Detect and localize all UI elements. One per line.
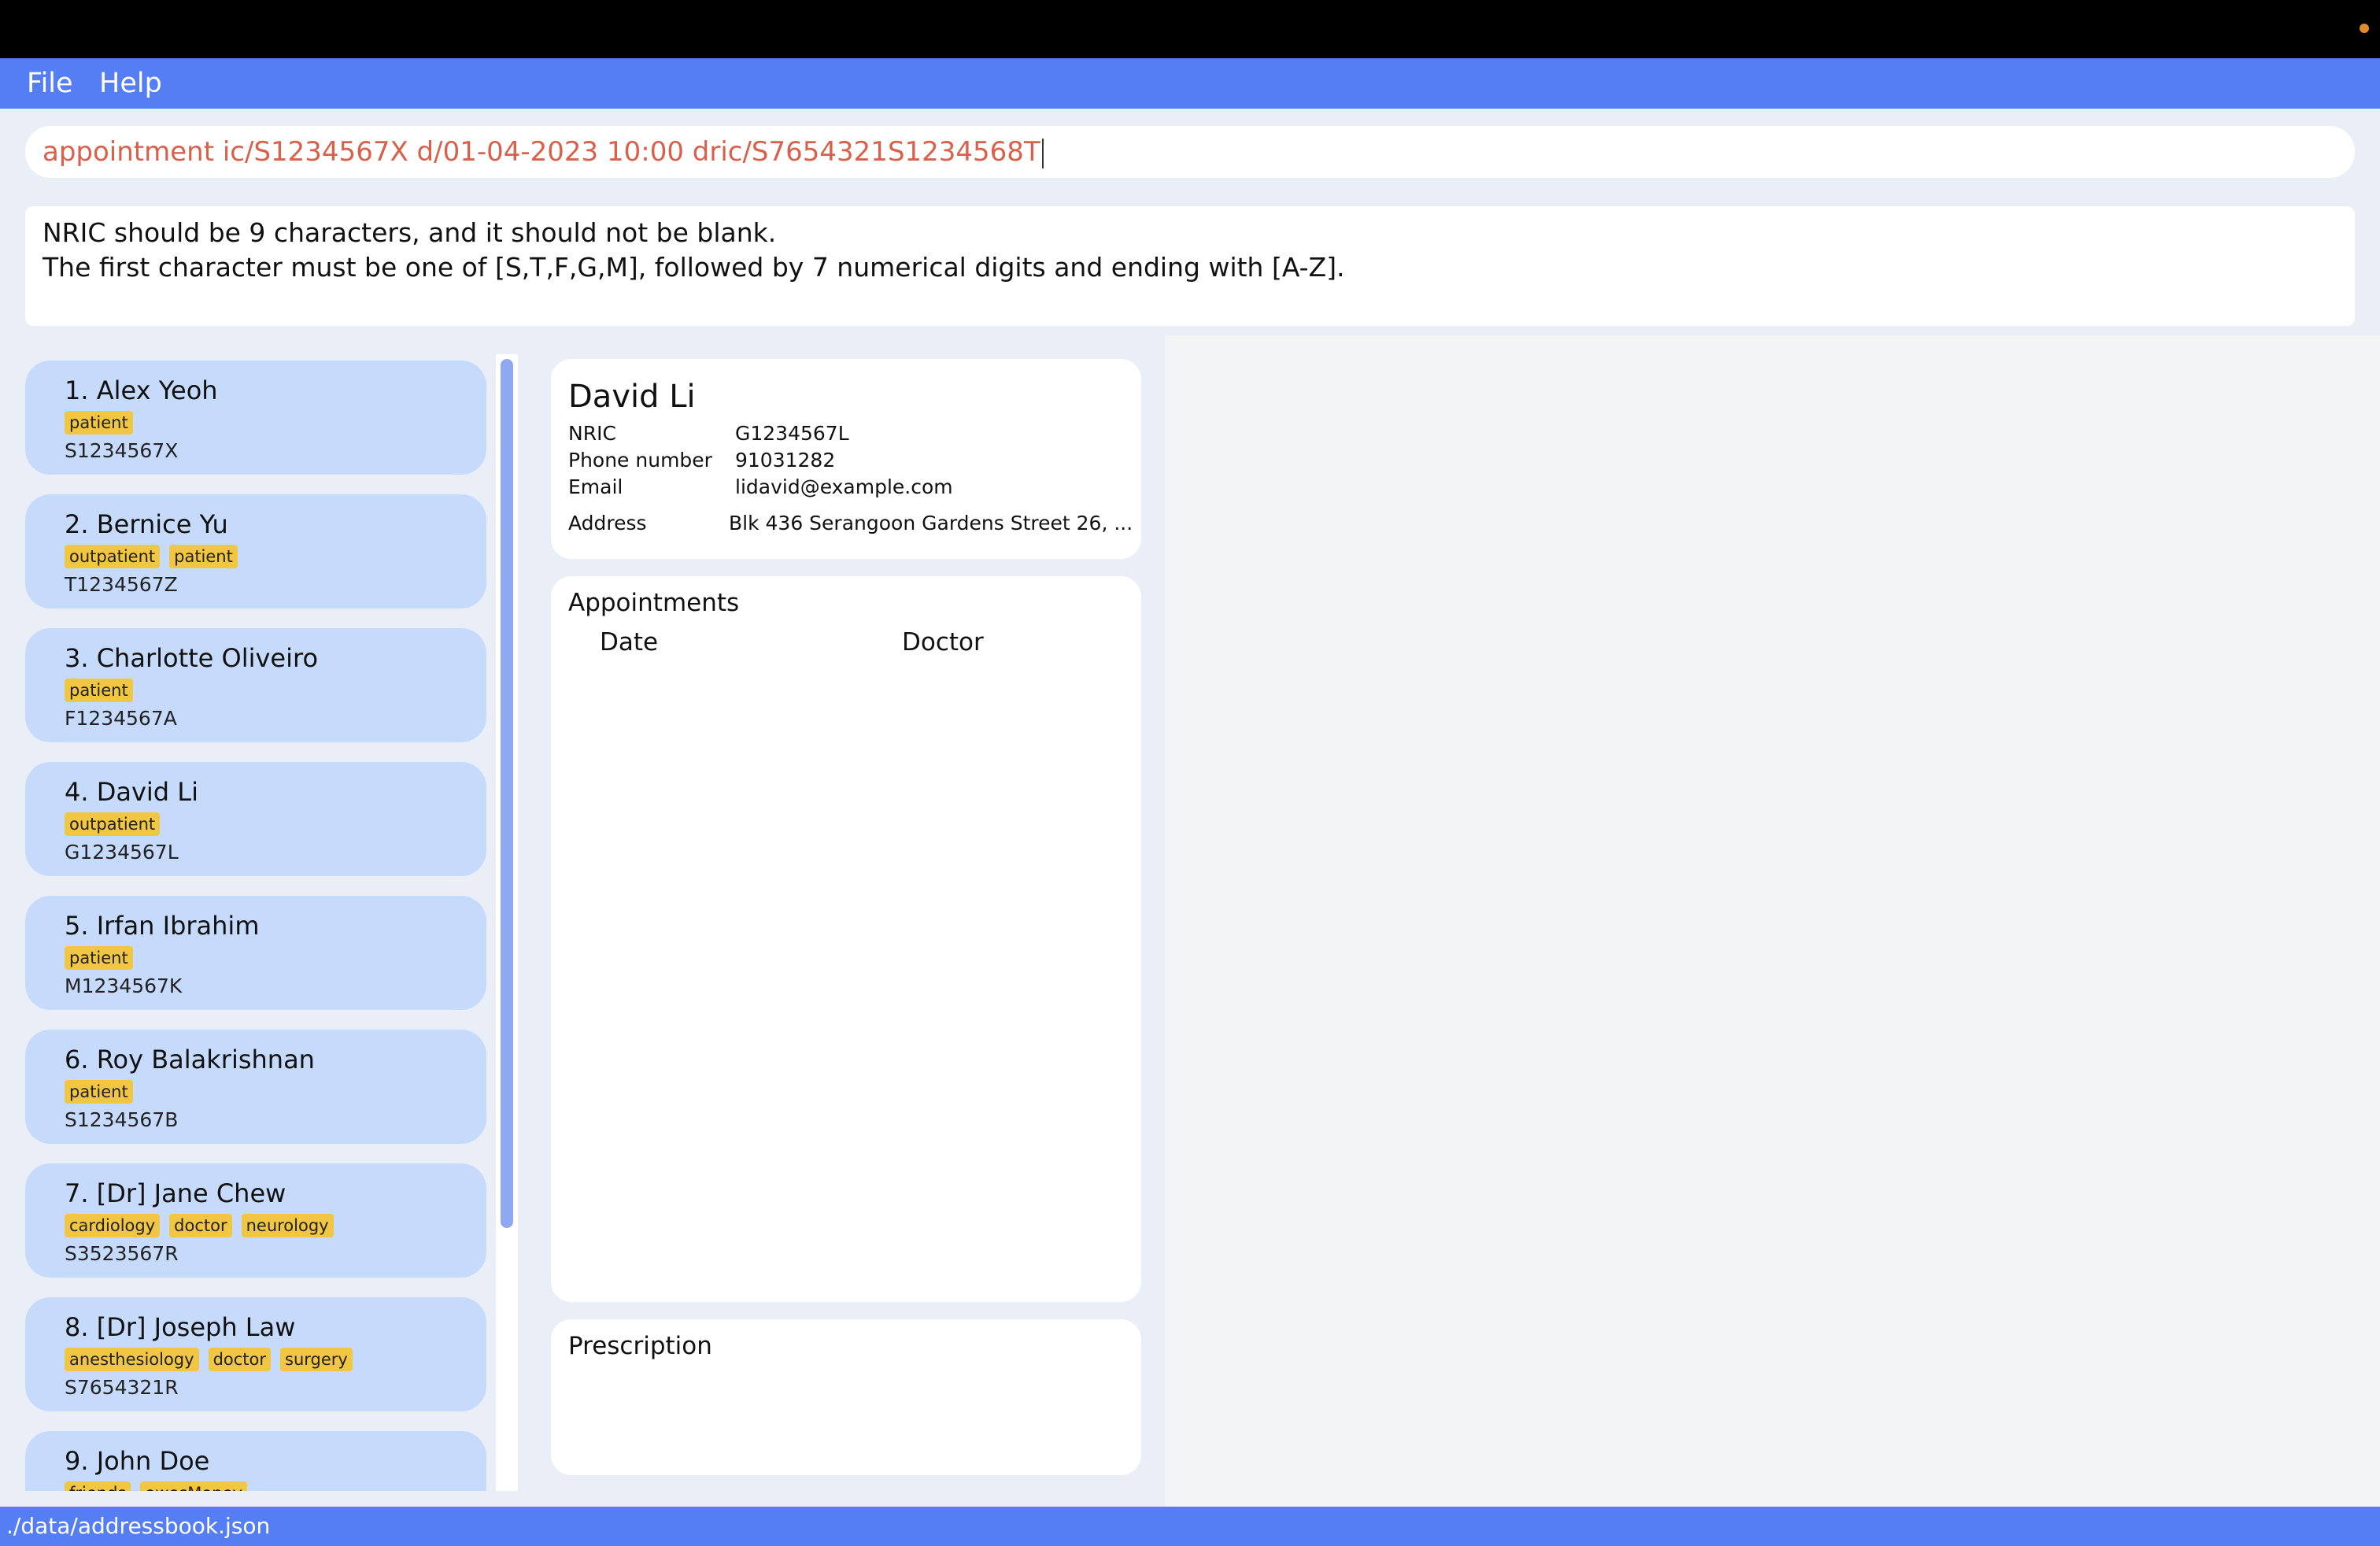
person-nric: T1234567Z <box>65 573 178 596</box>
menu-help[interactable]: Help <box>99 66 162 101</box>
tag: patient <box>65 1080 133 1104</box>
person-card[interactable]: 3. Charlotte Oliveiro patient F1234567A <box>25 628 486 742</box>
empty-panel <box>1165 335 2380 1507</box>
tag: patient <box>65 411 133 435</box>
person-nric: G1234567L <box>65 841 179 864</box>
person-tags: patient <box>65 1080 142 1104</box>
tag: doctor <box>169 1214 232 1237</box>
person-list: 1. Alex Yeoh patient S1234567X 2. Bernic… <box>0 335 519 1491</box>
menu-file[interactable]: File <box>27 66 73 101</box>
tag: outpatient <box>65 545 161 568</box>
tag: surgery <box>280 1348 353 1371</box>
person-card[interactable]: 4. David Li outpatient G1234567L <box>25 762 486 876</box>
tag: patient <box>65 679 133 702</box>
prescription-title: Prescription <box>568 1332 712 1360</box>
text-caret <box>1041 138 1044 168</box>
detail-phone-value: 91031282 <box>735 449 836 472</box>
person-name: 7. [Dr] Jane Chew <box>65 1178 286 1208</box>
window-title-bar <box>0 0 2380 58</box>
person-tags: cardiology doctor neurology <box>65 1214 343 1237</box>
person-card[interactable]: 9. John Doe friends owesMoney <box>25 1431 486 1491</box>
detail-phone-label: Phone number <box>568 449 712 472</box>
tag: patient <box>65 946 133 970</box>
result-line-1: NRIC should be 9 characters, and it shou… <box>42 217 777 248</box>
command-box[interactable]: appointment ic/S1234567X d/01-04-2023 10… <box>25 126 2355 178</box>
command-input[interactable]: appointment ic/S1234567X d/01-04-2023 10… <box>42 136 1044 168</box>
detail-nric-label: NRIC <box>568 422 616 445</box>
detail-nric-value: G1234567L <box>735 422 849 445</box>
person-card[interactable]: 2. Bernice Yu outpatient patient T1234567… <box>25 494 486 608</box>
person-name: 1. Alex Yeoh <box>65 375 218 405</box>
menu-bar: File Help <box>0 58 2380 109</box>
person-card[interactable]: 5. Irfan Ibrahim patient M1234567K <box>25 896 486 1010</box>
person-nric: S1234567X <box>65 439 179 462</box>
person-name: 2. Bernice Yu <box>65 509 228 539</box>
person-name: 9. John Doe <box>65 1446 210 1476</box>
tag: cardiology <box>65 1214 161 1237</box>
appointments-title: Appointments <box>568 589 740 617</box>
tag: neurology <box>241 1214 334 1237</box>
person-card[interactable]: 7. [Dr] Jane Chew cardiology doctor neurol… <box>25 1163 486 1278</box>
result-display: NRIC should be 9 characters, and it shou… <box>25 206 2355 326</box>
detail-address-label: Address <box>568 512 647 534</box>
person-detail-card: David Li NRIC G1234567L Phone number 910… <box>551 359 1141 559</box>
tag: owesMoney <box>140 1481 247 1491</box>
tag: anesthesiology <box>65 1348 199 1371</box>
person-tags: patient <box>65 411 142 435</box>
appointments-col-doctor[interactable]: Doctor <box>902 627 984 658</box>
detail-email-value: lidavid@example.com <box>735 475 953 498</box>
tag: friends <box>65 1481 131 1491</box>
person-tags: friends owesMoney <box>65 1481 257 1491</box>
person-list-scrollbar[interactable] <box>496 354 518 1491</box>
tag: outpatient <box>65 812 161 836</box>
person-tags: anesthesiology doctor surgery <box>65 1348 362 1371</box>
person-name: 4. David Li <box>65 777 198 807</box>
tag: patient <box>169 545 238 568</box>
person-nric: S3523567R <box>65 1242 179 1265</box>
appointments-panel: Appointments Date Doctor <box>551 576 1141 1302</box>
person-name: 3. Charlotte Oliveiro <box>65 643 319 673</box>
person-nric: S1234567B <box>65 1108 179 1131</box>
scrollbar-thumb[interactable] <box>501 359 513 1228</box>
person-nric: M1234567K <box>65 975 183 997</box>
prescription-panel: Prescription <box>551 1319 1141 1475</box>
person-name: 5. Irfan Ibrahim <box>65 911 260 941</box>
save-location: ./data/addressbook.json <box>6 1513 271 1539</box>
result-line-2: The first character must be one of [S,T,… <box>42 252 1345 283</box>
tag: doctor <box>208 1348 272 1371</box>
person-nric: S7654321R <box>65 1376 179 1399</box>
person-card[interactable]: 6. Roy Balakrishnan patient S1234567B <box>25 1030 486 1144</box>
person-name: 6. Roy Balakrishnan <box>65 1045 315 1074</box>
person-card[interactable]: 1. Alex Yeoh patient S1234567X <box>25 361 486 475</box>
command-input-value: appointment ic/S1234567X d/01-04-2023 10… <box>42 136 1040 168</box>
person-tags: outpatient <box>65 812 169 836</box>
person-card[interactable]: 8. [Dr] Joseph Law anesthesiology doctor s… <box>25 1297 486 1411</box>
person-tags: patient <box>65 946 142 970</box>
person-nric: F1234567A <box>65 707 177 730</box>
detail-email-label: Email <box>568 475 623 498</box>
status-bar: ./data/addressbook.json <box>0 1507 2380 1546</box>
detail-address-value: Blk 436 Serangoon Gardens Street 26, ... <box>729 512 1133 534</box>
recording-indicator-icon <box>2360 24 2369 33</box>
person-name: 8. [Dr] Joseph Law <box>65 1312 296 1342</box>
detail-name: David Li <box>568 379 696 415</box>
person-tags: patient <box>65 679 142 702</box>
person-tags: outpatient patient <box>65 545 247 568</box>
appointments-col-date[interactable]: Date <box>600 627 658 658</box>
